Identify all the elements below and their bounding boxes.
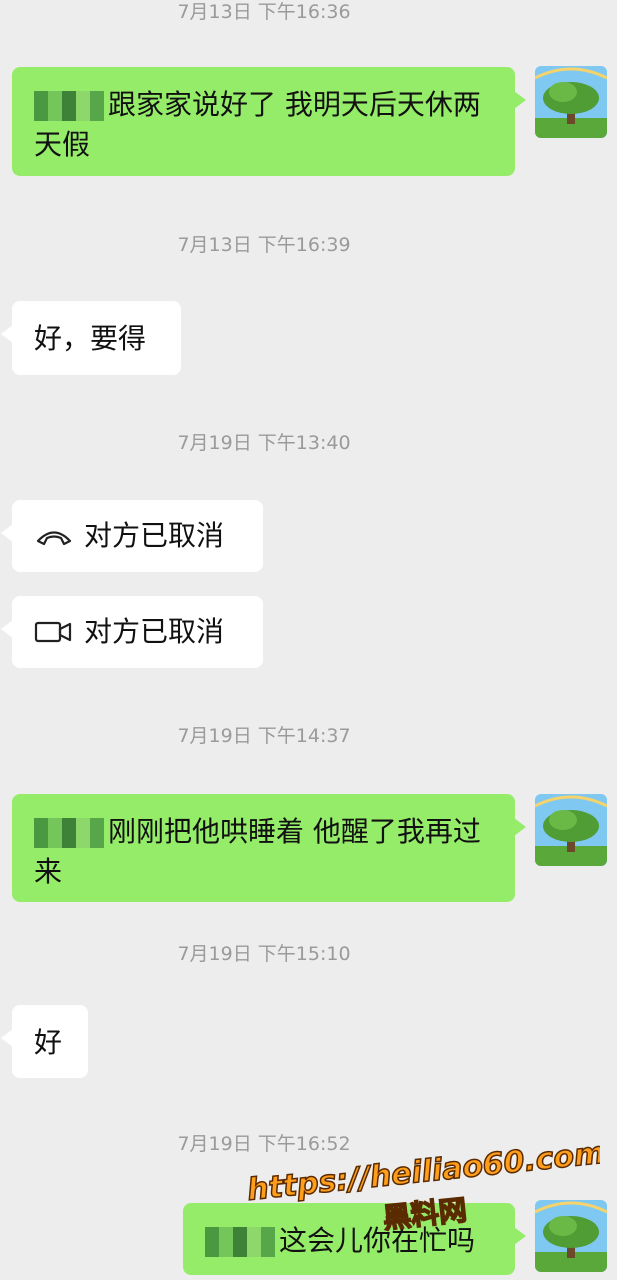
tree-avatar-icon [535,66,607,138]
call-status-text: 对方已取消 [84,519,225,552]
avatar-tree[interactable] [535,66,607,138]
timestamp: 7月13日 下午16:36 [177,1,351,23]
timestamp: 7月19日 下午16:52 [177,1133,351,1155]
pixelated-name-redaction [34,818,104,848]
video-call-cancelled[interactable]: 对方已取消 [1,596,263,668]
video-camera-icon [34,621,72,643]
message-bubble-sent[interactable]: 刚刚把他哄睡着 他醒了我再过来 [12,794,526,902]
voice-call-cancelled[interactable]: 对方已取消 [1,500,263,572]
avatar-tree[interactable] [535,794,607,866]
avatar-tree[interactable] [535,1200,607,1272]
pixelated-name-redaction [34,91,104,121]
call-status-text: 对方已取消 [84,615,225,648]
message-bubble-sent[interactable]: 这会儿你在忙吗 [183,1203,526,1275]
message-bubble-sent[interactable]: 跟家家说好了 我明天后天休两天假 [12,67,526,176]
timestamp: 7月19日 下午14:37 [177,725,351,747]
tree-avatar-icon [535,794,607,866]
message-text: 好 [34,1026,63,1059]
message-bubble-received[interactable]: 好，要得 [1,301,181,375]
message-text: 好，要得 [34,322,147,355]
timestamp: 7月19日 下午15:10 [177,943,351,965]
message-bubble-received[interactable]: 好 [1,1005,88,1078]
tree-avatar-icon [535,1200,607,1272]
timestamp: 7月13日 下午16:39 [177,234,351,256]
timestamp: 7月19日 下午13:40 [177,432,351,454]
pixelated-name-redaction [205,1227,275,1257]
phone-hangup-icon [36,531,72,546]
message-text: 这会儿你在忙吗 [279,1224,476,1257]
